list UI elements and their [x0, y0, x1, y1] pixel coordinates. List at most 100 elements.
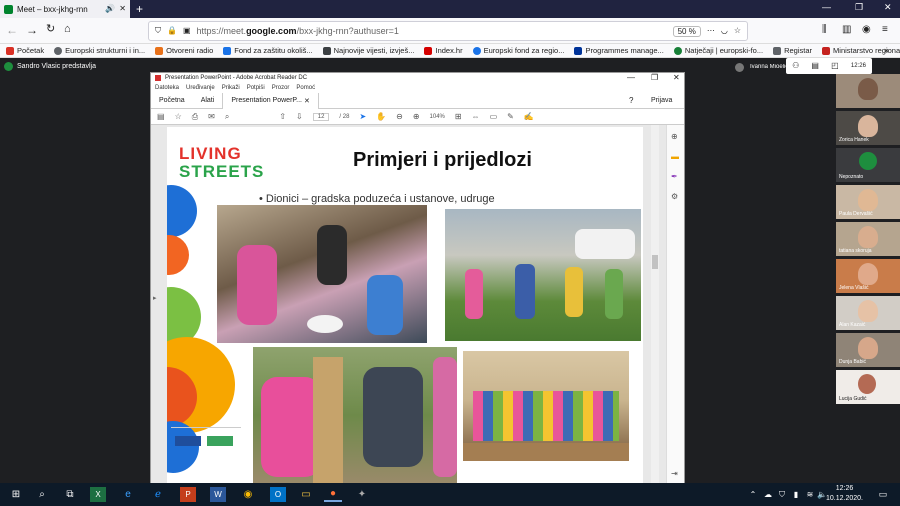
- powerpoint-icon[interactable]: P: [180, 487, 196, 502]
- speaker-icon[interactable]: 🔊: [105, 5, 115, 13]
- highlight-icon[interactable]: ✎: [507, 112, 514, 121]
- internet-explorer-icon[interactable]: ℯ: [150, 487, 166, 502]
- bookmark-item[interactable]: Početak: [6, 46, 44, 55]
- system-clock[interactable]: 12:26 10.12.2020.: [826, 484, 863, 504]
- menu-window[interactable]: Prozor: [272, 85, 290, 91]
- app-icon[interactable]: ✦: [354, 487, 370, 502]
- pocket-icon[interactable]: ◡: [721, 27, 728, 35]
- participant-tile[interactable]: Paula Dervašić: [836, 185, 900, 220]
- minimize-icon[interactable]: —: [822, 2, 831, 12]
- close-tab-icon[interactable]: ✕: [119, 5, 126, 13]
- bookmark-item[interactable]: Najnovije vijesti, izvješ...: [322, 46, 414, 55]
- sidebar-icon[interactable]: ▥: [842, 25, 851, 35]
- lock-icon[interactable]: 🔒: [167, 27, 177, 35]
- comment-icon[interactable]: ▭: [490, 112, 498, 121]
- bookmark-star-icon[interactable]: ☆: [734, 27, 741, 35]
- bookmark-item[interactable]: Index.hr: [424, 46, 463, 55]
- bookmark-item[interactable]: Programmes manage...: [574, 46, 664, 55]
- bookmark-icon[interactable]: ☆: [175, 112, 182, 121]
- shield-tray-icon[interactable]: ⛉: [776, 487, 788, 502]
- word-icon[interactable]: W: [210, 487, 226, 502]
- restore-icon[interactable]: ❐: [855, 2, 863, 13]
- next-page-icon[interactable]: ⇩: [296, 112, 303, 121]
- back-icon[interactable]: ←: [6, 24, 18, 36]
- fill-sign-icon[interactable]: ✒: [671, 173, 678, 181]
- select-cursor-icon[interactable]: ➤: [359, 112, 366, 121]
- participant-tile[interactable]: Zorica Hanek: [836, 111, 900, 146]
- url-text[interactable]: https://meet.google.com/bxx-jkhg-rnn?aut…: [197, 26, 667, 36]
- camera-permission-icon[interactable]: ▣: [183, 27, 191, 35]
- bookmark-item[interactable]: Registar: [773, 46, 812, 55]
- participant-tile[interactable]: [836, 74, 900, 109]
- zoom-out-icon[interactable]: ⊖: [396, 112, 403, 121]
- sign-icon[interactable]: ✍: [524, 112, 534, 121]
- shield-icon[interactable]: ⛉: [155, 27, 161, 35]
- reader-close-icon[interactable]: ✕: [673, 74, 680, 82]
- battery-icon[interactable]: ▮: [790, 487, 802, 502]
- tray-expand-icon[interactable]: ⌃: [748, 487, 758, 502]
- zoom-in-icon[interactable]: ⊕: [413, 112, 420, 121]
- library-icon[interactable]: ⫼: [822, 25, 827, 35]
- participant-tile[interactable]: Lucija Gudić: [836, 370, 900, 405]
- print-icon[interactable]: ⎙: [192, 112, 198, 121]
- account-icon[interactable]: ◉: [862, 25, 871, 35]
- document-viewport[interactable]: LIVING STREETS Primjeri i prijedlozi • D…: [151, 125, 666, 484]
- more-bookmarks-icon[interactable]: »: [884, 46, 889, 55]
- task-view-icon[interactable]: ⧉: [62, 487, 78, 502]
- collapse-pane-icon[interactable]: ⇥: [671, 470, 678, 478]
- excel-icon[interactable]: X: [90, 487, 106, 502]
- save-icon[interactable]: ▤: [157, 112, 165, 121]
- search-icon[interactable]: ⌕: [225, 112, 229, 121]
- bookmark-item[interactable]: Fond za zaštitu okoliš...: [223, 46, 313, 55]
- more-tools-icon[interactable]: ⚙: [671, 193, 678, 201]
- menu-view[interactable]: Prikaži: [222, 85, 240, 91]
- windows-start-icon[interactable]: ⊞: [8, 487, 24, 502]
- bookmark-item[interactable]: Natječaji | europski-fo...: [673, 46, 763, 55]
- reader-restore-icon[interactable]: ❐: [651, 74, 658, 82]
- zoom-tool-icon[interactable]: ⊕: [671, 133, 678, 141]
- participant-tile[interactable]: Jelena Vlašić: [836, 259, 900, 294]
- hand-tool-icon[interactable]: ✋: [376, 112, 386, 121]
- zoom-indicator[interactable]: 50 %: [672, 25, 701, 37]
- tab-tools[interactable]: Alati: [193, 93, 223, 109]
- bookmark-item[interactable]: Europski strukturni i in...: [54, 46, 145, 55]
- notifications-icon[interactable]: ▭: [876, 487, 890, 502]
- network-icon[interactable]: ☁: [762, 487, 774, 502]
- participant-tile[interactable]: tatiana skoruja: [836, 222, 900, 257]
- participant-tile[interactable]: Alan Kazaić: [836, 296, 900, 331]
- firefox-icon[interactable]: ●: [324, 487, 342, 502]
- bookmark-item[interactable]: Otvoreni radio: [155, 46, 213, 55]
- participant-tile[interactable]: Nepoznato: [836, 148, 900, 183]
- prev-page-icon[interactable]: ⇧: [279, 112, 286, 121]
- menu-edit[interactable]: Uređivanje: [186, 85, 215, 91]
- reload-icon[interactable]: ↻: [46, 24, 55, 35]
- close-doc-tab-icon[interactable]: ✕: [304, 97, 310, 105]
- comment-tool-icon[interactable]: ▬: [671, 153, 679, 161]
- scrollbar-thumb[interactable]: [652, 255, 658, 269]
- forward-icon[interactable]: →: [26, 24, 38, 36]
- new-tab-button[interactable]: +: [136, 2, 143, 16]
- vertical-scrollbar[interactable]: [651, 125, 659, 484]
- browser-tab[interactable]: Meet – bxx-jkhg-rnn 🔊 ✕: [0, 0, 130, 18]
- help-icon[interactable]: ?: [629, 97, 633, 105]
- chat-icon[interactable]: ▤: [811, 62, 819, 70]
- bookmark-item[interactable]: Europski fond za regio...: [472, 46, 564, 55]
- tab-document[interactable]: Presentation PowerP... ✕: [222, 92, 319, 109]
- activities-icon[interactable]: ◰: [831, 62, 839, 70]
- outlook-icon[interactable]: O: [270, 487, 286, 502]
- reader-minimize-icon[interactable]: —: [627, 74, 635, 82]
- people-icon[interactable]: ⚇: [792, 62, 799, 70]
- close-window-icon[interactable]: ✕: [884, 2, 892, 13]
- chrome-icon[interactable]: ◉: [240, 487, 256, 502]
- page-number-input[interactable]: 12: [312, 112, 330, 121]
- home-icon[interactable]: ⌂: [64, 24, 71, 35]
- menu-icon[interactable]: ≡: [882, 25, 888, 35]
- fit-page-icon[interactable]: ⊞: [455, 112, 462, 121]
- search-icon[interactable]: ⌕: [34, 487, 50, 502]
- edge-icon[interactable]: e: [120, 487, 136, 502]
- signin-button[interactable]: Prijava: [651, 97, 672, 104]
- wifi-icon[interactable]: ≋: [804, 487, 816, 502]
- zoom-select[interactable]: 104%: [430, 114, 445, 120]
- tab-home[interactable]: Početna: [151, 93, 193, 109]
- menu-file[interactable]: Datoteka: [155, 85, 179, 91]
